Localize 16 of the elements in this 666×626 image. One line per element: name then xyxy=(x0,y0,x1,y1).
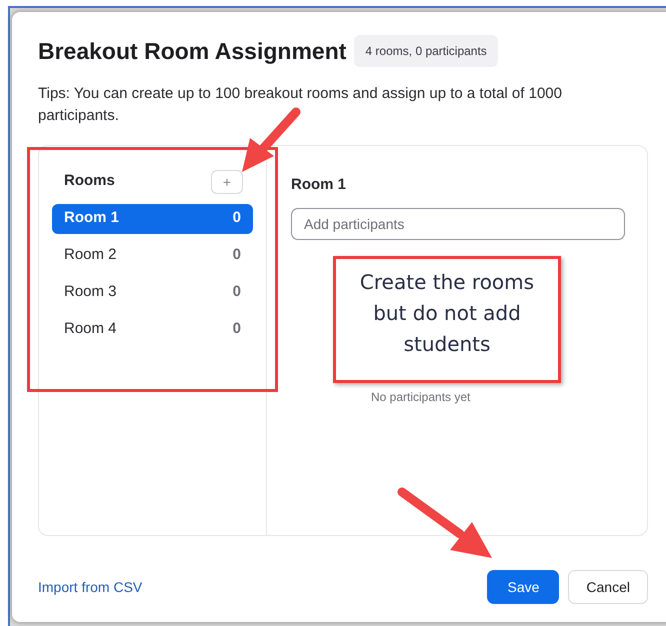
import-link[interactable]: Import from CSV xyxy=(38,576,142,598)
room-item[interactable]: Room 3 0 xyxy=(52,278,253,308)
empty-message: No participants yet xyxy=(371,389,472,406)
room-item[interactable]: Room 2 0 xyxy=(52,240,253,270)
room-item[interactable]: Room 4 0 xyxy=(52,314,253,344)
add-room-button[interactable]: + xyxy=(211,170,243,194)
add-participants-field[interactable]: Add participants xyxy=(291,208,625,240)
cancel-button[interactable]: Cancel xyxy=(568,570,648,604)
callout-note: Create the rooms but do not add students xyxy=(333,256,561,383)
tips-text: Tips: You can create up to 100 breakout rooms and assign up to a total of 1000 participants. xyxy=(38,84,563,126)
rooms-heading: Rooms xyxy=(64,171,115,192)
save-button[interactable]: Save xyxy=(487,570,560,604)
room-title: Room 1 xyxy=(291,174,348,194)
summary-tag: 4 rooms, 0 participants xyxy=(354,35,498,68)
dialog-title: Breakout Room Assignment xyxy=(38,37,346,66)
room-item[interactable]: Room 1 0 xyxy=(52,204,253,234)
